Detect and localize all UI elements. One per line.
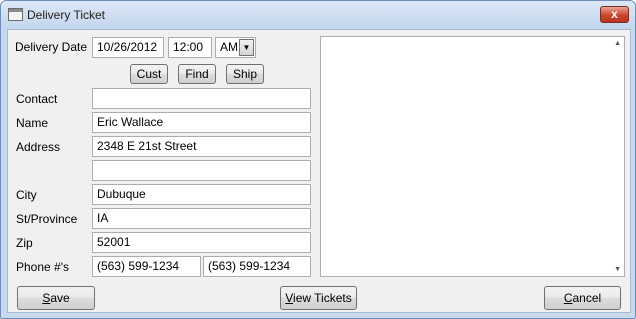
phone-label: Phone #'s — [16, 260, 69, 274]
window-icon — [8, 8, 23, 21]
delivery-ticket-window: Delivery Ticket x Delivery Date 10/26/20… — [0, 0, 636, 319]
delivery-time-field[interactable]: 12:00 — [168, 37, 212, 58]
address-label: Address — [16, 140, 61, 154]
contact-label: Contact — [16, 92, 58, 106]
close-button[interactable]: x — [600, 6, 629, 23]
delivery-date-field[interactable]: 10/26/2012 — [92, 37, 164, 58]
name-field[interactable]: Eric Wallace — [92, 112, 311, 133]
scroll-up-arrow-icon[interactable]: ▲ — [614, 40, 621, 47]
name-label: Name — [16, 116, 49, 130]
ampm-select[interactable]: AM ▼ — [215, 37, 256, 58]
view-tickets-label: iew Tickets — [293, 291, 352, 305]
cust-button[interactable]: Cust — [130, 64, 168, 84]
st-province-label: St/Province — [16, 212, 78, 226]
address-line1-field[interactable]: 2348 E 21st Street — [92, 136, 311, 157]
phone2-field[interactable]: (563) 599-1234 — [203, 256, 311, 277]
address-line2-field[interactable] — [92, 160, 311, 181]
notes-memo[interactable]: ▲ ▼ — [320, 36, 625, 277]
contact-field[interactable] — [92, 88, 311, 109]
scroll-down-arrow-icon[interactable]: ▼ — [614, 266, 621, 273]
title-bar: Delivery Ticket x — [1, 1, 635, 29]
city-field[interactable]: Dubuque — [92, 184, 311, 205]
save-button[interactable]: Save — [17, 286, 95, 310]
chevron-down-icon[interactable]: ▼ — [239, 39, 254, 56]
zip-label: Zip — [16, 236, 33, 250]
city-label: City — [16, 188, 37, 202]
ship-button[interactable]: Ship — [226, 64, 264, 84]
cancel-button[interactable]: Cancel — [544, 286, 621, 310]
view-tickets-button[interactable]: View Tickets — [280, 286, 357, 310]
st-province-field[interactable]: IA — [92, 208, 311, 229]
zip-field[interactable]: 52001 — [92, 232, 311, 253]
save-label: ave — [50, 291, 70, 305]
view-tickets-accelerator: V — [285, 291, 294, 305]
window-title: Delivery Ticket — [27, 8, 106, 22]
cancel-label: ancel — [572, 291, 602, 305]
delivery-date-label: Delivery Date — [15, 40, 88, 54]
find-button[interactable]: Find — [178, 64, 216, 84]
phone1-field[interactable]: (563) 599-1234 — [92, 256, 201, 277]
ampm-value: AM — [220, 40, 238, 54]
form-area: Delivery Date 10/26/2012 12:00 AM ▼ Cust… — [7, 29, 631, 313]
